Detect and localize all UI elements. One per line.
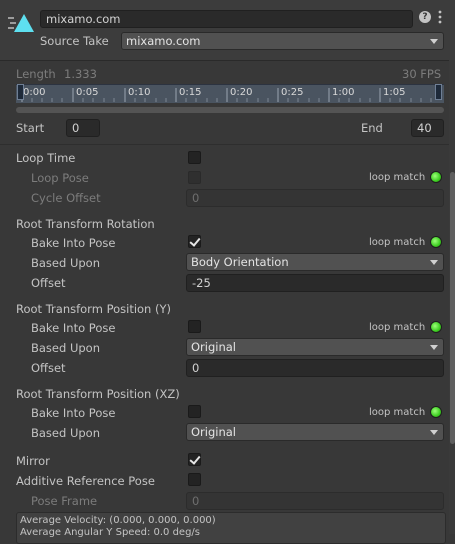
chevron-down-icon: [430, 345, 438, 350]
end-field[interactable]: 40: [411, 119, 444, 137]
loop-match-label: loop match: [369, 322, 426, 333]
mirror-checkbox[interactable]: [188, 453, 201, 466]
dropdown-value: Body Orientation: [191, 255, 289, 269]
timeline-scroll-track[interactable]: [16, 107, 444, 113]
root-rotation-offset-field[interactable]: -25: [186, 274, 444, 292]
length-value: 1.333: [64, 67, 97, 81]
root-rotation-bake-label: Bake Into Pose: [31, 236, 116, 250]
loop-match-indicator-icon: [430, 406, 442, 418]
loop-match-label: loop match: [369, 237, 426, 248]
root-rotation-based-upon-dropdown[interactable]: Body Orientation: [186, 253, 444, 271]
average-angular-speed-text: Average Angular Y Speed: 0.0 deg/s: [20, 527, 200, 538]
mirror-label: Mirror: [16, 454, 50, 468]
additive-reference-pose-checkbox[interactable]: [188, 473, 201, 486]
animation-clip-icon: [8, 14, 34, 34]
loop-pose-label: Loop Pose: [31, 171, 89, 185]
start-field[interactable]: 0: [66, 119, 100, 137]
chevron-down-icon: [430, 430, 438, 435]
cycle-offset-field: 0: [186, 189, 444, 207]
timeline-end-handle[interactable]: [435, 84, 442, 100]
clip-name-field[interactable]: mixamo.com: [40, 10, 413, 28]
cycle-offset-label: Cycle Offset: [31, 191, 101, 205]
root-position-y-based-upon-label: Based Upon: [31, 341, 100, 355]
start-label: Start: [16, 121, 45, 135]
kebab-menu-icon[interactable]: [437, 10, 443, 24]
root-position-y-offset-field[interactable]: 0: [186, 359, 444, 377]
loop-match-label: loop match: [369, 172, 426, 183]
additive-reference-pose-label: Additive Reference Pose: [16, 474, 155, 488]
end-label: End: [361, 121, 383, 135]
checkmark-icon: [189, 453, 201, 465]
root-position-xz-bake-checkbox[interactable]: [188, 405, 201, 418]
root-position-y-offset-label: Offset: [31, 361, 66, 375]
root-rotation-bake-checkbox[interactable]: [188, 235, 201, 248]
dropdown-value: Original: [191, 425, 237, 439]
timeline-ticks: 0:00 0:05 0:10 0:15 0:20 0:25 1:00 1:05: [16, 84, 444, 102]
info-box: Average Velocity: (0.000, 0.000, 0.000) …: [16, 512, 446, 544]
loop-time-label: Loop Time: [16, 151, 76, 165]
source-take-label: Source Take: [40, 34, 109, 48]
dropdown-value: Original: [191, 340, 237, 354]
timeline-start-handle[interactable]: [17, 84, 24, 100]
root-position-xz-based-upon-dropdown[interactable]: Original: [186, 423, 444, 441]
root-position-xz-bake-label: Bake Into Pose: [31, 406, 116, 420]
fps-label: 30 FPS: [402, 67, 442, 81]
root-rotation-title: Root Transform Rotation: [16, 217, 155, 231]
chevron-down-icon: [430, 39, 438, 44]
root-position-y-based-upon-dropdown[interactable]: Original: [186, 338, 444, 356]
root-position-xz-title: Root Transform Position (XZ): [16, 387, 180, 401]
vertical-scrollbar-thumb[interactable]: [450, 172, 455, 444]
root-position-xz-based-upon-label: Based Upon: [31, 426, 100, 440]
divider: [0, 144, 455, 145]
root-position-y-bake-label: Bake Into Pose: [31, 321, 116, 335]
loop-match-indicator-icon: [430, 236, 442, 248]
pose-frame-label: Pose Frame: [31, 494, 98, 508]
root-rotation-based-upon-label: Based Upon: [31, 256, 100, 270]
root-position-y-title: Root Transform Position (Y): [16, 302, 171, 316]
root-rotation-offset-label: Offset: [31, 276, 66, 290]
length-label: Length: [16, 67, 56, 81]
root-position-y-bake-checkbox[interactable]: [188, 320, 201, 333]
chevron-down-icon: [430, 260, 438, 265]
help-icon[interactable]: ?: [419, 11, 431, 23]
source-take-dropdown[interactable]: mixamo.com: [121, 32, 444, 50]
loop-pose-checkbox: [188, 171, 201, 184]
loop-match-indicator-icon: [430, 171, 442, 183]
checkmark-icon: [189, 235, 201, 247]
loop-match-indicator-icon: [430, 321, 442, 333]
loop-match-label: loop match: [369, 407, 426, 418]
pose-frame-field: 0: [186, 492, 444, 510]
loop-time-checkbox[interactable]: [188, 151, 201, 164]
average-velocity-text: Average Velocity: (0.000, 0.000, 0.000): [20, 515, 216, 526]
source-take-value: mixamo.com: [126, 34, 201, 48]
